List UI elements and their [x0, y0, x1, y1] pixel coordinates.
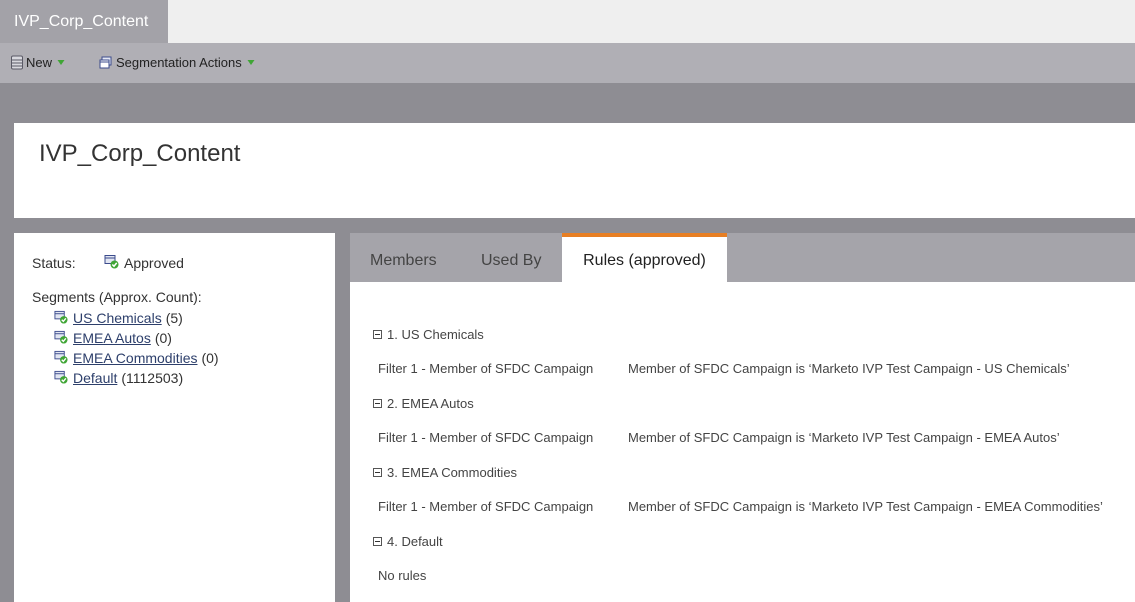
segmentation-info-panel: Status: Approved Segments (Approx. Count…: [14, 233, 335, 602]
tab-bar: Members Used By Rules (approved): [350, 233, 1135, 282]
segment-count: (0): [154, 330, 172, 346]
rules-content: 1. US Chemicals Filter 1 - Member of SFD…: [350, 282, 1135, 602]
list-item: Default (1112503): [54, 368, 219, 388]
rule-header: 1. US Chemicals: [373, 327, 484, 342]
toolbar: New Segmentation Actions: [0, 43, 1135, 83]
rule-title: 1. US Chemicals: [387, 327, 484, 342]
status-label: Status:: [32, 255, 76, 271]
chevron-down-icon: [247, 59, 255, 66]
approved-segment-icon: [104, 254, 124, 272]
list-item: US Chemicals (5): [54, 308, 219, 328]
segment-link[interactable]: US Chemicals: [73, 310, 162, 326]
rule-title: 3. EMEA Commodities: [387, 465, 518, 480]
list-item: EMEA Commodities (0): [54, 348, 219, 368]
segment-link[interactable]: Default: [73, 370, 117, 386]
segment-count: (0): [201, 350, 219, 366]
rule-title: 2. EMEA Autos: [387, 396, 474, 411]
tab-used-by[interactable]: Used By: [481, 233, 541, 282]
status-row: Status: Approved: [32, 254, 184, 272]
segments-title: Segments (Approx. Count):: [32, 289, 202, 305]
segment-list: US Chemicals (5) EMEA Autos (0) EMEA Com…: [54, 308, 219, 388]
list-item: EMEA Autos (0): [54, 328, 219, 348]
chevron-down-icon: [57, 59, 65, 66]
rule-header: 2. EMEA Autos: [373, 396, 474, 411]
rule-header: 3. EMEA Commodities: [373, 465, 517, 480]
status-value: Approved: [124, 255, 184, 271]
document-tab-bar: IVP_Corp_Content: [0, 0, 1135, 43]
new-button-label: New: [26, 55, 53, 70]
segment-check-icon: [54, 330, 73, 347]
collapse-icon[interactable]: [373, 537, 382, 546]
filter-description: Member of SFDC Campaign is ‘Marketo IVP …: [628, 361, 1070, 376]
no-rules-text: No rules: [378, 568, 427, 583]
filter-name: Filter 1 - Member of SFDC Campaign: [378, 430, 594, 445]
segment-check-icon: [54, 350, 73, 367]
segment-check-icon: [54, 310, 73, 327]
database-icon: [10, 55, 24, 70]
tab-members[interactable]: Members: [370, 233, 437, 282]
collapse-icon[interactable]: [373, 330, 382, 339]
header-panel: IVP_Corp_Content: [14, 123, 1135, 218]
filter-description: Member of SFDC Campaign is ‘Marketo IVP …: [628, 430, 1060, 445]
tab-rules-approved[interactable]: Rules (approved): [562, 233, 727, 282]
segment-count: (1112503): [121, 370, 184, 386]
window-icon: [99, 56, 112, 69]
collapse-icon[interactable]: [373, 468, 382, 477]
new-button[interactable]: New: [10, 55, 65, 70]
rule-title: 4. Default: [387, 534, 443, 549]
filter-name: Filter 1 - Member of SFDC Campaign: [378, 499, 594, 514]
segment-link[interactable]: EMEA Autos: [73, 330, 151, 346]
segmentation-actions-label: Segmentation Actions: [116, 55, 242, 70]
collapse-icon[interactable]: [373, 399, 382, 408]
segment-check-icon: [54, 370, 73, 387]
filter-description: Member of SFDC Campaign is ‘Marketo IVP …: [628, 499, 1103, 514]
segment-count: (5): [165, 310, 183, 326]
segment-link[interactable]: EMEA Commodities: [73, 350, 197, 366]
segmentation-actions-button[interactable]: Segmentation Actions: [99, 55, 255, 70]
page-title: IVP_Corp_Content: [39, 140, 241, 167]
filter-name: Filter 1 - Member of SFDC Campaign: [378, 361, 594, 376]
document-tab[interactable]: IVP_Corp_Content: [0, 0, 168, 43]
rule-header: 4. Default: [373, 534, 443, 549]
